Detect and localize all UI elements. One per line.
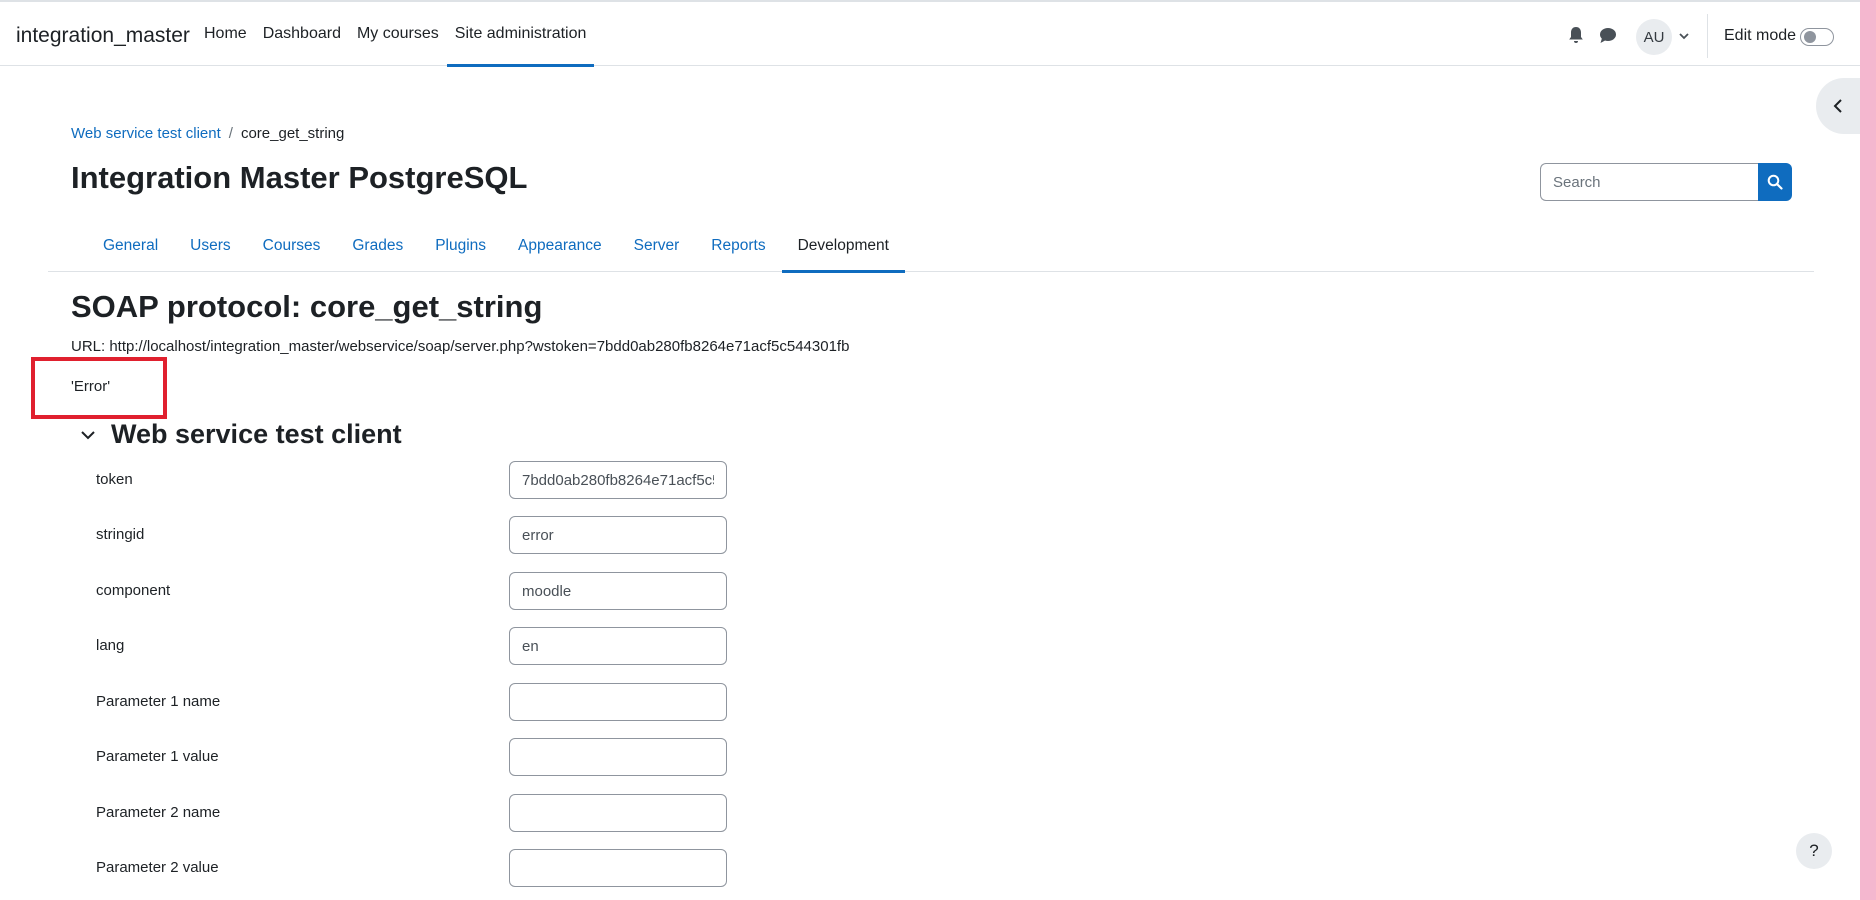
edit-mode-label: Edit mode — [1724, 27, 1797, 44]
primary-navigation: Home Dashboard My courses Site administr… — [196, 2, 595, 67]
field-label: Parameter 2 name — [96, 804, 221, 821]
help-button[interactable]: ? — [1796, 833, 1832, 869]
search-icon — [1767, 174, 1783, 190]
form-row-component: component — [96, 572, 736, 612]
breadcrumb-current: core_get_string — [240, 125, 345, 142]
tab-server[interactable]: Server — [618, 220, 696, 272]
token-input[interactable] — [509, 461, 727, 499]
response-result: 'Error' — [71, 378, 111, 395]
search-form — [1540, 163, 1792, 201]
chevron-left-icon — [1833, 99, 1842, 113]
nav-my-courses[interactable]: My courses — [349, 2, 447, 66]
param2-name-input[interactable] — [509, 794, 727, 832]
search-input[interactable] — [1540, 163, 1758, 201]
tab-development[interactable]: Development — [781, 220, 906, 273]
form-row-stringid: stringid — [96, 516, 736, 556]
chat-icon[interactable] — [1599, 27, 1617, 44]
chevron-down-icon[interactable] — [1678, 30, 1690, 42]
form-row-token: token — [96, 461, 736, 501]
field-label: stringid — [96, 526, 145, 543]
block-drawer-toggle[interactable] — [1816, 78, 1860, 134]
endpoint-url: URL: http://localhost/integration_master… — [71, 338, 850, 355]
field-label: Parameter 1 value — [96, 748, 219, 765]
field-label: Parameter 1 name — [96, 693, 221, 710]
bell-icon[interactable] — [1568, 26, 1584, 44]
section-heading: SOAP protocol: core_get_string — [71, 289, 543, 324]
form-row-param2-value: Parameter 2 value — [96, 849, 736, 889]
edit-mode-toggle[interactable] — [1800, 28, 1834, 46]
navbar-divider — [1707, 14, 1708, 58]
toggle-knob — [1804, 31, 1816, 43]
breadcrumb-link-test-client[interactable]: Web service test client — [71, 125, 221, 142]
form-row-lang: lang — [96, 627, 736, 667]
tab-appearance[interactable]: Appearance — [502, 220, 618, 272]
form-row-param2-name: Parameter 2 name — [96, 794, 736, 834]
form-row-param1-name: Parameter 1 name — [96, 683, 736, 723]
breadcrumb-separator: / — [228, 125, 233, 142]
tab-grades[interactable]: Grades — [336, 220, 419, 272]
form-section-heading[interactable]: Web service test client — [111, 419, 402, 450]
tab-plugins[interactable]: Plugins — [419, 220, 502, 272]
field-label: token — [96, 471, 133, 488]
field-label: lang — [96, 637, 125, 654]
nav-dashboard[interactable]: Dashboard — [255, 2, 349, 66]
tab-courses[interactable]: Courses — [247, 220, 337, 272]
param2-value-input[interactable] — [509, 849, 727, 887]
secondary-navigation: General Users Courses Grades Plugins App… — [48, 220, 1814, 273]
field-label: Parameter 2 value — [96, 859, 219, 876]
top-navbar: integration_master Home Dashboard My cou… — [0, 0, 1860, 67]
component-input[interactable] — [509, 572, 727, 610]
tab-reports[interactable]: Reports — [695, 220, 781, 272]
chevron-down-icon[interactable] — [79, 426, 97, 444]
breadcrumb: Web service test client / core_get_strin… — [71, 125, 344, 142]
user-avatar[interactable]: AU — [1636, 19, 1672, 55]
param1-value-input[interactable] — [509, 738, 727, 776]
stringid-input[interactable] — [509, 516, 727, 554]
nav-site-administration[interactable]: Site administration — [446, 2, 595, 67]
tab-general[interactable]: General — [87, 220, 174, 272]
window-edge — [1860, 0, 1876, 900]
form-row-param1-value: Parameter 1 value — [96, 738, 736, 778]
site-brand[interactable]: integration_master — [16, 24, 190, 48]
page-title: Integration Master PostgreSQL — [71, 160, 528, 195]
field-label: component — [96, 582, 171, 599]
search-button[interactable] — [1758, 163, 1792, 201]
param1-name-input[interactable] — [509, 683, 727, 721]
tab-users[interactable]: Users — [174, 220, 246, 272]
lang-input[interactable] — [509, 627, 727, 665]
nav-home[interactable]: Home — [196, 2, 255, 66]
